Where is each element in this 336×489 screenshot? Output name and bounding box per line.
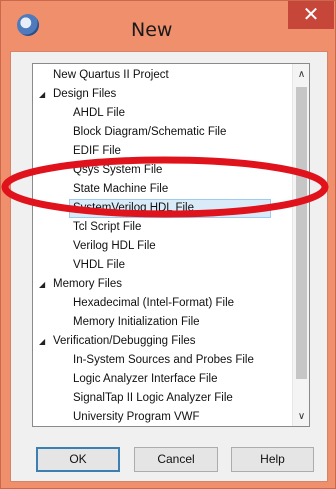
- help-button[interactable]: Help: [231, 447, 314, 472]
- tree-item[interactable]: Block Diagram/Schematic File: [33, 123, 291, 142]
- tree-item-label: Block Diagram/Schematic File: [73, 126, 227, 138]
- tree-item-label: EDIF File: [73, 145, 121, 157]
- tree-item[interactable]: State Machine File: [33, 180, 291, 199]
- tree-item-label: Verification/Debugging Files: [53, 335, 196, 347]
- tree-item[interactable]: In-System Sources and Probes File: [33, 351, 291, 370]
- scroll-down-icon[interactable]: ∨: [293, 408, 309, 425]
- tree-category[interactable]: ◢ Memory Files: [33, 275, 291, 294]
- tree-category[interactable]: ◢ Verification/Debugging Files: [33, 332, 291, 351]
- tree-item-label: SignalTap II Logic Analyzer File: [73, 392, 233, 404]
- tree-item[interactable]: Memory Initialization File: [33, 313, 291, 332]
- tree-item[interactable]: Verilog HDL File: [33, 237, 291, 256]
- tree-item-label: AHDL File: [73, 107, 125, 119]
- tree-item[interactable]: VHDL File: [33, 256, 291, 275]
- tree-item-label: Memory Initialization File: [73, 316, 200, 328]
- tree-item-label: State Machine File: [73, 183, 169, 195]
- dialog-client-area: New Quartus II Project ◢ Design Files AHDL …: [10, 51, 328, 482]
- file-type-list: New Quartus II Project ◢ Design Files AHDL …: [33, 66, 291, 426]
- close-icon: ✕: [302, 2, 320, 26]
- tree-item[interactable]: Hexadecimal (Intel-Format) File: [33, 294, 291, 313]
- tree-item-label: Qsys System File: [73, 164, 163, 176]
- quartus-app-icon: [17, 14, 39, 36]
- new-dialog-window: New ✕ New Quartus II Project ◢ Design File…: [0, 0, 336, 489]
- tree-item[interactable]: University Program VWF: [33, 408, 291, 426]
- scroll-up-icon[interactable]: ∧: [293, 66, 309, 83]
- tree-item-label: Logic Analyzer Interface File: [73, 373, 218, 385]
- tree-category[interactable]: ◢ Design Files: [33, 85, 291, 104]
- tree-item[interactable]: AHDL File: [33, 104, 291, 123]
- tree-item-selected[interactable]: SystemVerilog HDL File: [33, 199, 291, 218]
- title-bar[interactable]: New ✕: [1, 1, 335, 51]
- tree-item-label: SystemVerilog HDL File: [69, 199, 271, 218]
- tree-item[interactable]: SignalTap II Logic Analyzer File: [33, 389, 291, 408]
- tree-item-label: University Program VWF: [73, 411, 200, 423]
- expand-arrow-icon[interactable]: ◢: [39, 275, 49, 294]
- tree-category[interactable]: New Quartus II Project: [33, 66, 291, 85]
- ok-button[interactable]: OK: [36, 447, 120, 472]
- scroll-thumb[interactable]: [296, 87, 307, 379]
- expand-arrow-icon[interactable]: ◢: [39, 332, 49, 351]
- tree-item-label: Memory Files: [53, 278, 123, 290]
- tree-item-label: Verilog HDL File: [73, 240, 156, 252]
- tree-item-label: New Quartus II Project: [53, 69, 169, 81]
- file-type-tree[interactable]: New Quartus II Project ◢ Design Files AHDL …: [32, 63, 310, 427]
- close-button[interactable]: ✕: [288, 1, 334, 29]
- tree-item-label: Design Files: [53, 88, 117, 100]
- tree-item[interactable]: EDIF File: [33, 142, 291, 161]
- tree-item[interactable]: Tcl Script File: [33, 218, 291, 237]
- tree-item-label: Tcl Script File: [73, 221, 142, 233]
- tree-item[interactable]: Qsys System File: [33, 161, 291, 180]
- cancel-button[interactable]: Cancel: [134, 447, 218, 472]
- tree-item-label: Hexadecimal (Intel-Format) File: [73, 297, 235, 309]
- tree-item-label: VHDL File: [73, 259, 125, 271]
- expand-arrow-icon[interactable]: ◢: [39, 85, 49, 104]
- tree-item[interactable]: Logic Analyzer Interface File: [33, 370, 291, 389]
- dialog-title: New: [131, 19, 173, 41]
- tree-item-label: In-System Sources and Probes File: [73, 354, 254, 366]
- vertical-scrollbar[interactable]: ∧ ∨: [292, 64, 309, 426]
